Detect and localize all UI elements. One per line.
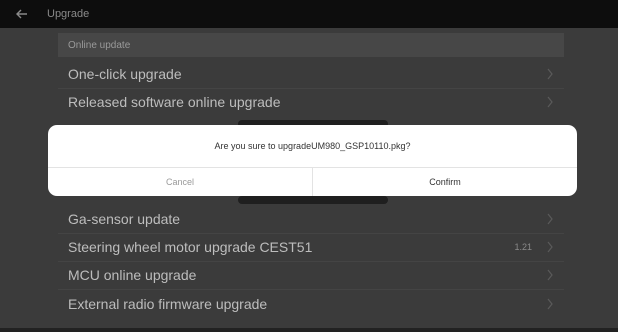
chevron-right-icon	[547, 96, 553, 108]
list-item-mcu-online-upgrade[interactable]: MCU online upgrade	[58, 261, 564, 289]
page-title: Upgrade	[47, 8, 90, 20]
list-item-label: MCU online upgrade	[68, 267, 197, 283]
list-item-label: Released software online upgrade	[68, 94, 281, 110]
list-item-label: Ga-sensor update	[68, 211, 181, 227]
chevron-right-icon	[547, 241, 553, 253]
chevron-right-icon	[547, 68, 553, 80]
list-item-label: One-click upgrade	[68, 66, 182, 82]
list-item-one-click-upgrade[interactable]: One-click upgrade	[58, 60, 564, 88]
hidden-progress-bar	[238, 196, 388, 204]
chevron-right-icon	[547, 298, 553, 310]
chevron-right-icon	[547, 213, 553, 225]
list-item-label: Steering wheel motor upgrade CEST51	[68, 239, 313, 255]
confirm-button[interactable]: Confirm	[313, 168, 577, 196]
list-item-steering-wheel-motor-upgrade[interactable]: Steering wheel motor upgrade CEST51 1.21	[58, 233, 564, 261]
back-arrow-icon[interactable]	[15, 7, 29, 21]
top-bar: Upgrade	[0, 0, 618, 28]
list-item-external-radio-firmware-upgrade[interactable]: External radio firmware upgrade	[58, 290, 564, 318]
list-item-ga-sensor-update[interactable]: Ga-sensor update	[58, 205, 564, 233]
chevron-right-icon	[547, 269, 553, 281]
section-header-online-update: Online update	[58, 33, 564, 57]
dialog-message: Are you sure to upgradeUM980_GSP10110.pk…	[214, 141, 411, 151]
list-item-label: External radio firmware upgrade	[68, 296, 268, 312]
list-item-released-software-online-upgrade[interactable]: Released software online upgrade	[58, 88, 564, 116]
bottom-edge	[0, 328, 618, 332]
confirm-dialog: Are you sure to upgradeUM980_GSP10110.pk…	[48, 125, 577, 196]
cancel-button[interactable]: Cancel	[48, 168, 312, 196]
version-value: 1.21	[514, 242, 532, 252]
